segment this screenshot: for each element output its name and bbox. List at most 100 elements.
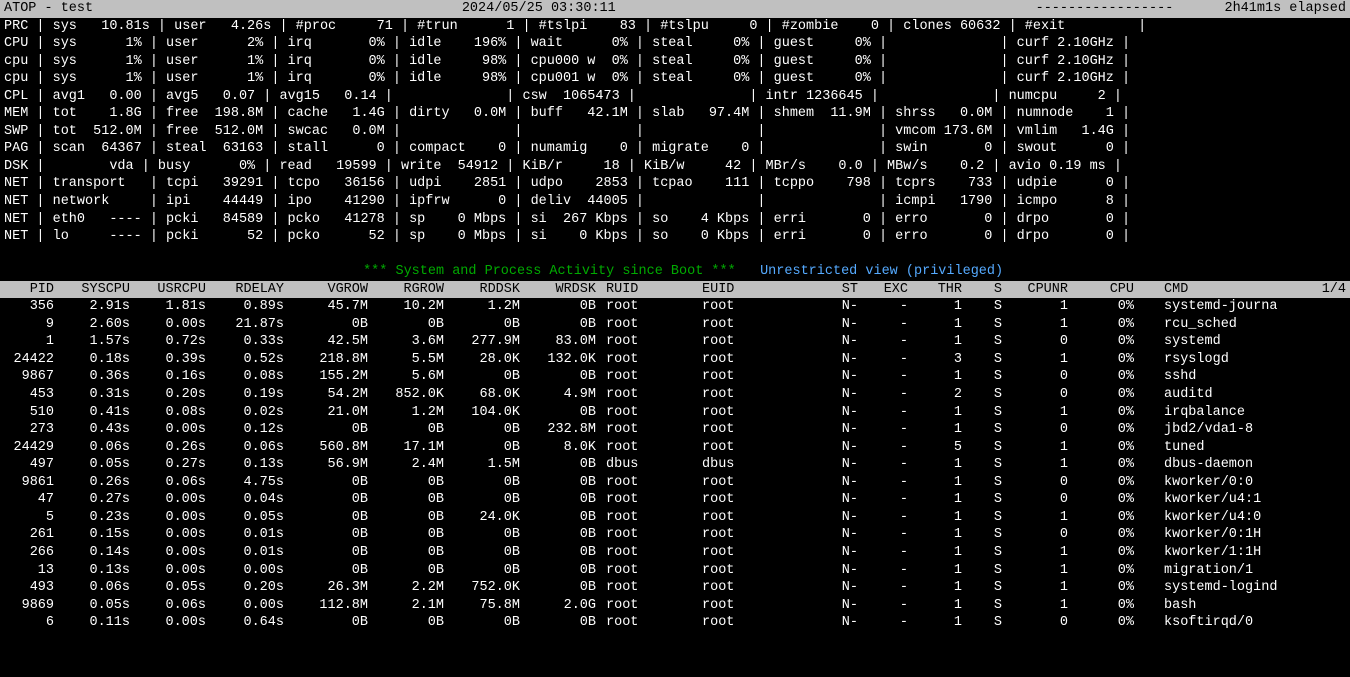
- page-indicator: 1/4: [1322, 281, 1346, 299]
- cell-euid: root: [692, 597, 798, 615]
- cell-syscpu: 0.15s: [54, 526, 130, 544]
- cell-rgrow: 5.5M: [368, 351, 444, 369]
- cell-exc: -: [858, 491, 908, 509]
- cell-wrdsk: 0B: [520, 316, 596, 334]
- cell-rdelay: 0.13s: [206, 456, 284, 474]
- cell-vgrow: 560.8M: [284, 439, 368, 457]
- cell-cpunr: 0: [1002, 491, 1068, 509]
- process-row: 244220.18s0.39s0.52s218.8M5.5M28.0K132.0…: [4, 351, 1346, 369]
- cell-thr: 3: [908, 351, 962, 369]
- cell-syscpu: 0.05s: [54, 456, 130, 474]
- cell-usrcpu: 0.72s: [130, 333, 206, 351]
- cell-rdelay: 0.64s: [206, 614, 284, 632]
- cell-euid: root: [692, 368, 798, 386]
- col-vgrow: VGROW: [284, 281, 368, 299]
- sys-row: CPU | sys 1% | user 2% | irq 0% | idle 1…: [4, 35, 1346, 53]
- cell-exc: -: [858, 509, 908, 527]
- cell-cpunr: 1: [1002, 456, 1068, 474]
- cell-s: S: [962, 526, 1002, 544]
- cell-rgrow: 852.0K: [368, 386, 444, 404]
- cell-cpu: 0%: [1068, 579, 1134, 597]
- cell-pid: 9: [4, 316, 54, 334]
- cell-s: S: [962, 474, 1002, 492]
- cell-exc: -: [858, 614, 908, 632]
- cell-st: N-: [798, 526, 858, 544]
- process-row: 50.23s0.00s0.05s0B0B24.0K0BrootrootN--1S…: [4, 509, 1346, 527]
- cell-pid: 13: [4, 562, 54, 580]
- cell-pid: 9867: [4, 368, 54, 386]
- cell-exc: -: [858, 544, 908, 562]
- col-rgrow: RGROW: [368, 281, 444, 299]
- cell-wrdsk: 0B: [520, 368, 596, 386]
- sys-row: PRC | sys 10.81s | user 4.26s | #proc 71…: [4, 18, 1346, 36]
- cell-s: S: [962, 333, 1002, 351]
- cell-st: N-: [798, 316, 858, 334]
- cell-vgrow: 0B: [284, 509, 368, 527]
- cell-st: N-: [798, 597, 858, 615]
- cell-st: N-: [798, 544, 858, 562]
- cell-cpunr: 0: [1002, 368, 1068, 386]
- cell-ruid: root: [596, 509, 692, 527]
- cell-cmd: ksoftirqd/0: [1134, 614, 1346, 632]
- cell-vgrow: 0B: [284, 614, 368, 632]
- cell-ruid: root: [596, 474, 692, 492]
- cell-rddsk: 0B: [444, 562, 520, 580]
- cell-usrcpu: 0.00s: [130, 491, 206, 509]
- cell-euid: root: [692, 333, 798, 351]
- cell-ruid: root: [596, 404, 692, 422]
- cell-rdelay: 4.75s: [206, 474, 284, 492]
- cell-exc: -: [858, 421, 908, 439]
- col-syscpu: SYSCPU: [54, 281, 130, 299]
- cell-usrcpu: 0.06s: [130, 597, 206, 615]
- cell-rddsk: 0B: [444, 316, 520, 334]
- cell-cmd: kworker/u4:0: [1134, 509, 1346, 527]
- process-table: 3562.91s1.81s0.89s45.7M10.2M1.2M0Brootro…: [0, 298, 1350, 631]
- cell-cmd: systemd-journa: [1134, 298, 1346, 316]
- cell-s: S: [962, 579, 1002, 597]
- cell-thr: 1: [908, 421, 962, 439]
- header-elapsed: 2h41m1s elapsed: [1224, 0, 1346, 18]
- cell-ruid: root: [596, 562, 692, 580]
- process-row: 98690.05s0.06s0.00s112.8M2.1M75.8M2.0Gro…: [4, 597, 1346, 615]
- cell-rddsk: 0B: [444, 421, 520, 439]
- cell-cmd: tuned: [1134, 439, 1346, 457]
- cell-ruid: root: [596, 333, 692, 351]
- col-usrcpu: USRCPU: [130, 281, 206, 299]
- cell-pid: 9869: [4, 597, 54, 615]
- cell-st: N-: [798, 614, 858, 632]
- process-row: 98610.26s0.06s4.75s0B0B0B0BrootrootN--1S…: [4, 474, 1346, 492]
- cell-pid: 1: [4, 333, 54, 351]
- cell-syscpu: 0.36s: [54, 368, 130, 386]
- cell-vgrow: 155.2M: [284, 368, 368, 386]
- cell-euid: root: [692, 404, 798, 422]
- cell-wrdsk: 0B: [520, 456, 596, 474]
- cell-rddsk: 68.0K: [444, 386, 520, 404]
- cell-wrdsk: 0B: [520, 298, 596, 316]
- process-row: 2610.15s0.00s0.01s0B0B0B0BrootrootN--1S0…: [4, 526, 1346, 544]
- cell-cpunr: 1: [1002, 509, 1068, 527]
- cell-euid: root: [692, 298, 798, 316]
- cell-cmd: kworker/0:1H: [1134, 526, 1346, 544]
- cell-cmd: sshd: [1134, 368, 1346, 386]
- cell-ruid: root: [596, 368, 692, 386]
- col-wrdsk: WRDSK: [520, 281, 596, 299]
- cell-rdelay: 0.00s: [206, 562, 284, 580]
- cell-rddsk: 75.8M: [444, 597, 520, 615]
- cell-thr: 1: [908, 562, 962, 580]
- cell-cpunr: 0: [1002, 421, 1068, 439]
- cell-exc: -: [858, 316, 908, 334]
- cell-rgrow: 3.6M: [368, 333, 444, 351]
- cell-st: N-: [798, 368, 858, 386]
- cell-cpunr: 0: [1002, 526, 1068, 544]
- system-stats: PRC | sys 10.81s | user 4.26s | #proc 71…: [0, 18, 1350, 246]
- col-s: S: [962, 281, 1002, 299]
- cell-rdelay: 0.01s: [206, 526, 284, 544]
- col-exc: EXC: [858, 281, 908, 299]
- cell-rgrow: 0B: [368, 491, 444, 509]
- cell-euid: root: [692, 386, 798, 404]
- sys-row: PAG | scan 64367 | steal 63163 | stall 0…: [4, 140, 1346, 158]
- cell-syscpu: 0.06s: [54, 439, 130, 457]
- activity-message: *** System and Process Activity since Bo…: [0, 246, 1350, 281]
- process-row: 60.11s0.00s0.64s0B0B0B0BrootrootN--1S00%…: [4, 614, 1346, 632]
- cell-cpu: 0%: [1068, 351, 1134, 369]
